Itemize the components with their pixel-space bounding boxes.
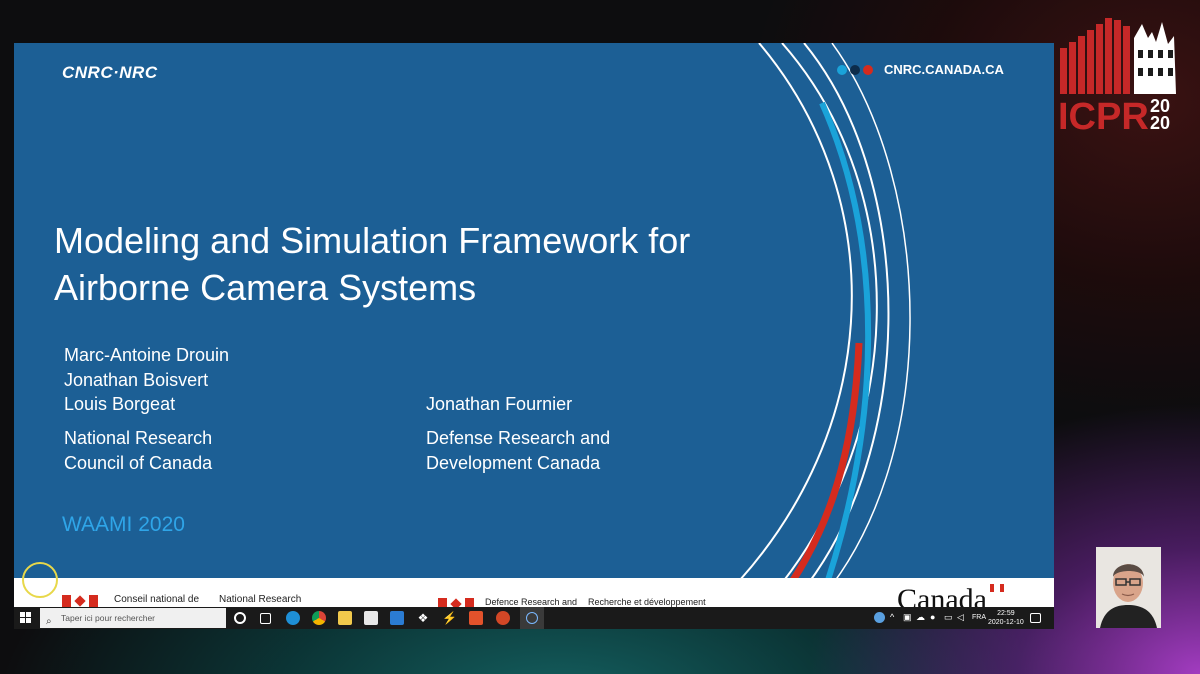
microphone-icon[interactable]: ● xyxy=(930,612,944,626)
system-clock[interactable]: 22:59 2020-12-10 xyxy=(988,609,1024,627)
windows-taskbar: ⌕ Taper ici pour rechercher ❖ ⚡ ^ ▣ ☁ ● … xyxy=(14,607,1054,629)
dot-red xyxy=(863,65,873,75)
chrome-icon[interactable] xyxy=(312,611,326,625)
brand-dots xyxy=(837,65,873,75)
affiliation-left: National Research Council of Canada xyxy=(64,426,212,475)
edge-icon[interactable] xyxy=(286,611,300,625)
taskbar-search-input[interactable]: ⌕ Taper ici pour rechercher xyxy=(40,608,226,628)
nrc-name-en: National Research xyxy=(219,594,302,605)
affiliation-line: Development Canada xyxy=(426,452,601,473)
help-icon[interactable] xyxy=(874,612,885,623)
file-explorer-icon[interactable] xyxy=(338,611,352,625)
cloud-icon[interactable]: ☁ xyxy=(916,612,930,626)
cortana-icon[interactable] xyxy=(234,612,246,624)
task-view-icon[interactable] xyxy=(260,613,271,624)
presenter-avatar xyxy=(1096,547,1161,628)
canada-flag-icon xyxy=(62,595,98,607)
dot-blue xyxy=(837,65,847,75)
author-name: Jonathan Boisvert xyxy=(64,369,209,390)
notification-icon[interactable] xyxy=(1030,613,1041,623)
canada-wordmark: Canada xyxy=(897,583,987,607)
affiliation-line: National Research xyxy=(64,428,213,448)
presenter-webcam xyxy=(1096,547,1161,628)
language-indicator[interactable]: FRA xyxy=(972,614,986,621)
chevron-up-icon[interactable]: ^ xyxy=(890,612,904,626)
icpr-2020-logo: ICPR 20 20 xyxy=(1058,18,1176,132)
search-icon: ⌕ xyxy=(46,616,52,627)
icpr-year-bottom: 20 xyxy=(1150,113,1170,132)
author-name: Louis Borgeat xyxy=(64,394,176,414)
volume-icon[interactable]: ◁ xyxy=(957,612,971,626)
authors-left: Marc-Antoine Drouin Jonathan Boisvert Lo… xyxy=(64,343,229,417)
author-right: Jonathan Fournier xyxy=(426,394,573,414)
website-label: CNRC.CANADA.CA xyxy=(884,62,1004,77)
slide-footer: Conseil national de National Research De… xyxy=(14,578,1054,607)
store-icon[interactable] xyxy=(364,611,378,625)
icpr-text: ICPR xyxy=(1058,96,1149,132)
canada-flag-icon xyxy=(438,598,474,607)
start-icon[interactable] xyxy=(20,612,32,624)
network-icon[interactable]: ▣ xyxy=(903,612,917,626)
presentation-slide: CNRC·NRC CNRC.CANADA.CA Modeling and Sim… xyxy=(14,43,1054,607)
affiliation-line: Council of Canada xyxy=(64,452,213,473)
search-placeholder: Taper ici pour rechercher xyxy=(61,613,156,623)
app-icon[interactable]: ⚡ xyxy=(442,611,457,625)
nrc-logo: CNRC·NRC xyxy=(62,63,158,82)
mail-icon[interactable] xyxy=(390,611,404,625)
canada-wordmark-flag-icon xyxy=(990,584,1004,592)
clock-date: 2020-12-10 xyxy=(988,619,1024,626)
affiliation-line: Defense Research and xyxy=(426,428,611,448)
recording-icon[interactable] xyxy=(520,607,544,629)
drdc-name-en: Defence Research and xyxy=(485,597,578,607)
battery-icon[interactable]: ▭ xyxy=(944,612,958,626)
dot-navy xyxy=(850,65,860,75)
cursor-highlight-icon xyxy=(22,562,58,598)
event-label: WAAMI 2020 xyxy=(62,513,185,536)
clock-time: 22:59 xyxy=(997,610,1015,617)
nrc-name-fr: Conseil national de xyxy=(114,594,200,605)
drdc-name-fr: Recherche et développement xyxy=(588,597,706,607)
office-icon[interactable] xyxy=(469,611,483,625)
dropbox-icon[interactable]: ❖ xyxy=(416,611,430,625)
slide-title: Modeling and Simulation Framework for Ai… xyxy=(54,220,691,308)
affiliation-right: Defense Research and Development Canada xyxy=(426,426,610,475)
powerpoint-icon[interactable] xyxy=(496,611,510,625)
author-name: Marc-Antoine Drouin xyxy=(64,345,230,365)
